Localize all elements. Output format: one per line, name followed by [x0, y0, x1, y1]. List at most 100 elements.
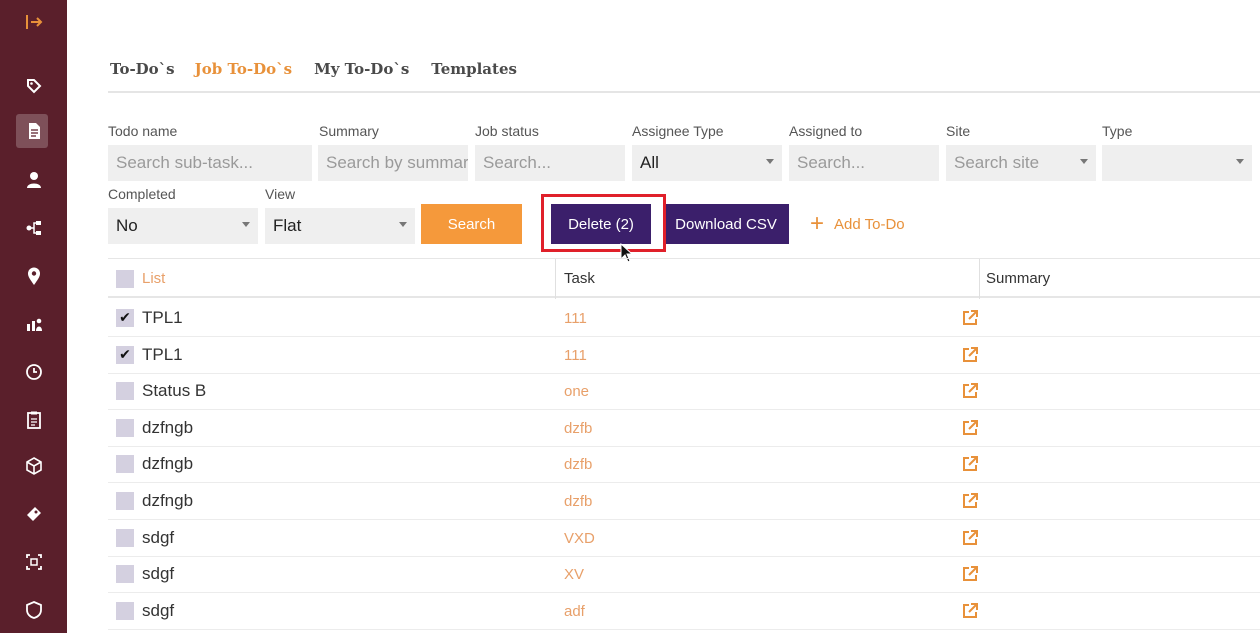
view-label: View	[265, 186, 296, 202]
assignee-type-value: All	[640, 153, 659, 172]
summary-label: Summary	[319, 123, 379, 139]
row-checkbox[interactable]	[116, 418, 134, 437]
table-row[interactable]: sdgf VXD	[108, 520, 1260, 557]
open-external-icon[interactable]	[960, 308, 980, 328]
chevron-down-icon	[399, 222, 407, 227]
cell-task[interactable]: dzfb	[564, 493, 592, 510]
open-external-icon[interactable]	[960, 381, 980, 401]
table-row[interactable]: sdgf XV	[108, 556, 1260, 594]
table-row[interactable]: dzfngb dzfb	[108, 410, 1260, 447]
cell-list: dzfngb	[142, 454, 194, 474]
tab-todos[interactable]: To-Do`s	[110, 60, 175, 78]
cell-list: sdgf	[142, 527, 175, 547]
cell-task[interactable]: adf	[564, 603, 585, 620]
assigned-to-label: Assigned to	[789, 123, 863, 139]
scan-icon[interactable]	[0, 542, 67, 582]
completed-select[interactable]: No	[108, 208, 258, 244]
assignee-type-label: Assignee Type	[632, 123, 724, 139]
add-todo-button[interactable]: + Add To-Do	[810, 204, 940, 244]
clipboard-icon[interactable]	[0, 400, 67, 440]
column-header-list[interactable]: List	[142, 270, 165, 287]
cube-icon[interactable]	[0, 446, 67, 486]
view-select[interactable]: Flat	[265, 208, 415, 244]
ticket-icon[interactable]	[0, 494, 67, 534]
search-button[interactable]: Search	[421, 204, 522, 244]
tab-templates[interactable]: Templates	[431, 60, 517, 78]
hierarchy-icon[interactable]	[0, 208, 67, 248]
download-csv-button[interactable]: Download CSV	[663, 204, 789, 244]
shield-icon[interactable]	[0, 590, 67, 630]
cell-list: Status B	[142, 381, 207, 401]
cell-list: TPL1	[142, 344, 183, 364]
open-external-icon[interactable]	[960, 454, 980, 474]
cell-list: TPL1	[142, 308, 183, 327]
open-external-icon[interactable]	[960, 564, 980, 584]
tag-icon[interactable]	[0, 66, 67, 106]
column-header-summary[interactable]: Summary	[986, 270, 1050, 287]
table-header: List Task Summary	[108, 258, 1260, 299]
location-pin-icon[interactable]	[0, 256, 67, 296]
cell-task[interactable]: 111	[564, 310, 587, 327]
site-select[interactable]: Search site	[946, 145, 1096, 181]
collapse-sidebar-icon[interactable]	[0, 2, 67, 42]
job-status-input[interactable]: Search...	[475, 145, 625, 181]
assigned-to-input[interactable]: Search...	[789, 145, 939, 181]
table-row[interactable]: dzfngb dzfb	[108, 483, 1260, 520]
assignee-type-select[interactable]: All	[632, 145, 782, 181]
tab-job-todos[interactable]: Job To-Do`s	[195, 60, 292, 78]
open-external-icon[interactable]	[960, 528, 980, 548]
cell-task[interactable]: one	[564, 383, 589, 400]
view-value: Flat	[273, 216, 302, 235]
completed-value: No	[116, 216, 138, 235]
tab-divider	[108, 91, 1260, 93]
completed-label: Completed	[108, 186, 176, 202]
column-divider	[555, 259, 556, 299]
summary-input[interactable]: Search by summary	[318, 145, 468, 181]
table-row[interactable]: Status B one	[108, 373, 1260, 411]
row-checkbox[interactable]	[116, 528, 134, 547]
cell-list: dzfngb	[142, 417, 194, 437]
table-row[interactable]: sdgf adf	[108, 593, 1260, 630]
cell-task[interactable]: 111	[564, 347, 587, 364]
cell-task[interactable]: dzfb	[564, 420, 592, 437]
select-all-checkbox[interactable]	[116, 270, 134, 288]
row-checkbox[interactable]	[116, 455, 134, 474]
type-select[interactable]	[1102, 145, 1252, 181]
job-status-label: Job status	[475, 123, 539, 139]
row-checkbox[interactable]	[116, 382, 134, 401]
clock-icon[interactable]	[0, 352, 67, 392]
open-external-icon[interactable]	[960, 418, 980, 438]
row-checkbox-checked[interactable]: ✔	[116, 309, 134, 327]
document-icon[interactable]	[0, 111, 67, 151]
todo-name-label: Todo name	[108, 123, 178, 139]
row-checkbox[interactable]	[116, 601, 134, 620]
cell-task[interactable]: dzfb	[564, 456, 592, 473]
todo-name-input[interactable]: Search sub-task...	[108, 145, 312, 181]
table-row[interactable]: ✔ TPL1 111	[108, 300, 1260, 337]
chevron-down-icon	[1080, 159, 1088, 164]
column-header-task[interactable]: Task	[564, 270, 595, 287]
open-external-icon[interactable]	[960, 491, 980, 511]
chart-people-icon[interactable]	[0, 304, 67, 344]
chevron-down-icon	[242, 222, 250, 227]
tab-bar: To-Do`s Job To-Do`s My To-Do`s Templates	[110, 60, 539, 78]
tab-my-todos[interactable]: My To-Do`s	[314, 60, 409, 78]
site-label: Site	[946, 123, 971, 139]
plus-icon: +	[810, 210, 825, 237]
open-external-icon[interactable]	[960, 601, 980, 621]
cell-list: dzfngb	[142, 491, 194, 510]
open-external-icon[interactable]	[960, 345, 980, 365]
table-row[interactable]: ✔ TPL1 111	[108, 337, 1260, 374]
table-row[interactable]: dzfngb dzfb	[108, 446, 1260, 484]
site-placeholder: Search site	[954, 153, 1040, 172]
type-label: Type	[1102, 123, 1133, 139]
cell-task[interactable]: XV	[564, 566, 584, 583]
chevron-down-icon	[1236, 159, 1244, 164]
row-checkbox-checked[interactable]: ✔	[116, 345, 134, 364]
user-icon[interactable]	[0, 160, 67, 200]
row-checkbox[interactable]	[116, 492, 134, 510]
cell-list: sdgf	[142, 564, 175, 584]
cell-list: sdgf	[142, 600, 175, 620]
row-checkbox[interactable]	[116, 565, 134, 584]
cell-task[interactable]: VXD	[564, 530, 595, 547]
